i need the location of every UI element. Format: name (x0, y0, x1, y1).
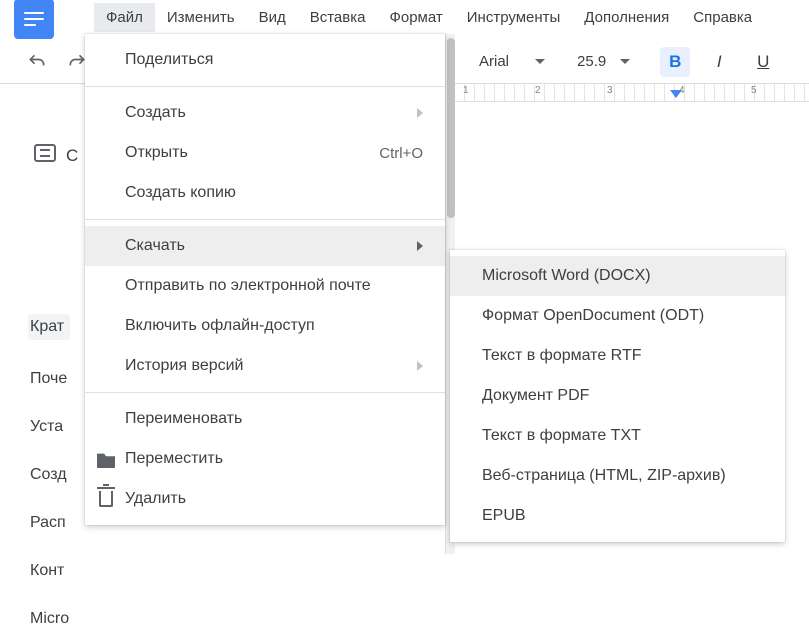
menubar-items: Файл Изменить Вид Вставка Формат Инструм… (94, 0, 764, 34)
outline-toggle-icon[interactable] (34, 144, 56, 162)
submenu-item-label: Документ PDF (482, 387, 589, 405)
ruler-tick-label: 2 (535, 85, 541, 96)
submenu-arrow-icon (417, 361, 423, 371)
submenu-item-epub[interactable]: EPUB (450, 496, 785, 536)
outline-item[interactable]: Созд (30, 466, 70, 484)
scrollbar-thumb[interactable] (447, 38, 455, 218)
outline-item[interactable]: Micro (30, 610, 70, 628)
chevron-down-icon (620, 59, 630, 64)
menu-item-label: История версий (125, 357, 243, 375)
menu-item-create[interactable]: Создать (85, 93, 445, 133)
ruler-tick-label: 5 (751, 85, 757, 96)
ruler-tick-label: 1 (463, 85, 469, 96)
submenu-item-txt[interactable]: Текст в формате TXT (450, 416, 785, 456)
menu-file[interactable]: Файл (94, 3, 155, 32)
submenu-item-label: Формат OpenDocument (ODT) (482, 307, 704, 325)
menu-addons[interactable]: Дополнения (572, 3, 681, 32)
menu-item-label: Включить офлайн-доступ (125, 317, 315, 335)
ruler-tick-label: 3 (607, 85, 613, 96)
italic-button[interactable]: I (704, 47, 734, 77)
docs-lines-icon (24, 12, 44, 26)
outline-item[interactable]: Уста (30, 418, 70, 436)
menu-separator (85, 86, 445, 87)
submenu-item-docx[interactable]: Microsoft Word (DOCX) (450, 256, 785, 296)
menubar: Файл Изменить Вид Вставка Формат Инструм… (0, 0, 809, 34)
menu-view[interactable]: Вид (247, 3, 298, 32)
font-size-select[interactable]: 25.9 (577, 53, 630, 70)
folder-icon (97, 450, 115, 468)
menu-insert[interactable]: Вставка (298, 3, 378, 32)
menu-item-versions[interactable]: История версий (85, 346, 445, 386)
submenu-arrow-icon (417, 108, 423, 118)
menu-item-label: Удалить (125, 490, 186, 508)
outline-list: Крат Поче Уста Созд Расп Конт Micro (30, 314, 70, 628)
outline-item[interactable]: Конт (30, 562, 70, 580)
outline-item[interactable]: Поче (30, 370, 70, 388)
underline-button[interactable]: U (748, 47, 778, 77)
menu-item-rename[interactable]: Переименовать (85, 399, 445, 439)
menu-item-make-copy[interactable]: Создать копию (85, 173, 445, 213)
redo-icon (67, 52, 87, 72)
menu-format[interactable]: Формат (377, 3, 454, 32)
submenu-arrow-icon (417, 241, 423, 251)
menu-edit[interactable]: Изменить (155, 3, 247, 32)
submenu-item-pdf[interactable]: Документ PDF (450, 376, 785, 416)
menu-item-move[interactable]: Переместить (85, 439, 445, 479)
font-size-value: 25.9 (577, 53, 606, 70)
download-submenu: Microsoft Word (DOCX) Формат OpenDocumen… (450, 250, 785, 542)
font-family-value: Arial (479, 53, 509, 70)
menu-item-shortcut: Ctrl+O (379, 145, 423, 162)
submenu-item-label: Текст в формате TXT (482, 427, 641, 445)
menu-item-label: Создать (125, 104, 186, 122)
submenu-item-label: Текст в формате RTF (482, 347, 641, 365)
menu-item-delete[interactable]: Удалить (85, 479, 445, 519)
menu-item-label: Переместить (125, 450, 223, 468)
menu-item-label: Открыть (125, 144, 188, 162)
outline-header-char: С (66, 146, 78, 166)
menu-item-label: Создать копию (125, 184, 236, 202)
menu-item-label: Переименовать (125, 410, 242, 428)
indent-marker-icon[interactable] (670, 90, 682, 98)
menu-item-share[interactable]: Поделиться (85, 40, 445, 80)
horizontal-ruler[interactable]: 1 2 3 4 5 (455, 84, 809, 102)
font-family-select[interactable]: Arial (479, 53, 545, 70)
menu-item-label: Поделиться (125, 51, 213, 69)
menu-item-offline[interactable]: Включить офлайн-доступ (85, 306, 445, 346)
menu-separator (85, 392, 445, 393)
docs-app-icon[interactable] (14, 0, 54, 39)
outline-item[interactable]: Крат (28, 314, 70, 340)
submenu-item-rtf[interactable]: Текст в формате RTF (450, 336, 785, 376)
submenu-item-label: EPUB (482, 507, 526, 525)
undo-icon (27, 52, 47, 72)
menu-help[interactable]: Справка (681, 3, 764, 32)
submenu-item-odt[interactable]: Формат OpenDocument (ODT) (450, 296, 785, 336)
menu-item-open[interactable]: Открыть Ctrl+O (85, 133, 445, 173)
submenu-item-label: Microsoft Word (DOCX) (482, 267, 651, 285)
menu-item-download[interactable]: Скачать (85, 226, 445, 266)
outline-sidebar: С Крат Поче Уста Созд Расп Конт Micro (0, 104, 85, 555)
undo-button[interactable] (24, 49, 50, 75)
file-menu-dropdown: Поделиться Создать Открыть Ctrl+O Создать… (85, 34, 445, 525)
trash-icon (99, 491, 113, 507)
menu-item-label: Скачать (125, 237, 185, 255)
submenu-item-html[interactable]: Веб-страница (HTML, ZIP-архив) (450, 456, 785, 496)
bold-button[interactable]: B (660, 47, 690, 77)
text-style-group: B I U (660, 47, 778, 77)
menu-item-email[interactable]: Отправить по электронной почте (85, 266, 445, 306)
chevron-down-icon (535, 59, 545, 64)
menu-separator (85, 219, 445, 220)
menu-item-label: Отправить по электронной почте (125, 277, 371, 295)
menu-tools[interactable]: Инструменты (455, 3, 573, 32)
outline-item[interactable]: Расп (30, 514, 70, 532)
submenu-item-label: Веб-страница (HTML, ZIP-архив) (482, 467, 726, 485)
